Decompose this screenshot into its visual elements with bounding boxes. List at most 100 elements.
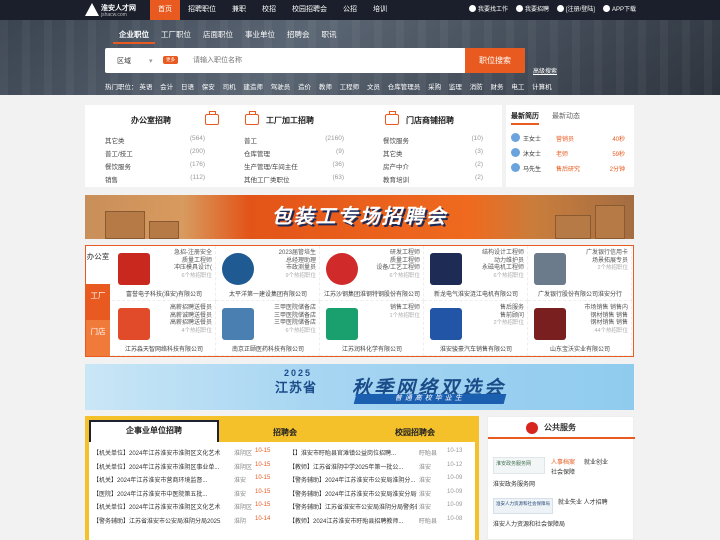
- employment-link[interactable]: 就业创业: [584, 457, 608, 466]
- recruit-link[interactable]: 我要招聘: [515, 0, 549, 20]
- category-row[interactable]: 普工/技工 (200): [105, 148, 205, 158]
- list-item[interactable]: 【教师】江苏省淮阴中学2025年第一批公... 淮安 10-12: [285, 460, 475, 474]
- category-row[interactable]: 其它类 (564): [105, 135, 205, 145]
- gov-service-label[interactable]: 淮安政务服务网: [493, 479, 535, 488]
- tab-public-institution[interactable]: 事业单位: [239, 27, 281, 44]
- autumn-fair-banner[interactable]: 2025 江苏省 秋季网络双选会 普通高校毕业生: [85, 364, 634, 410]
- company-name[interactable]: 太平洋第一建设集团有限公司: [216, 289, 320, 298]
- login-link[interactable]: [注册/登陆]: [556, 0, 595, 20]
- list-item[interactable]: 【】淮安市盱眙县官滩镇公益岗位招聘... 盱眙县 10-13: [285, 446, 475, 460]
- hot-job-link[interactable]: 保安: [202, 84, 215, 91]
- job-link[interactable]: 研发工程师: [356, 250, 420, 258]
- nav-public-recruit[interactable]: 公招: [335, 0, 365, 20]
- tab-latest-news[interactable]: 最新动态: [552, 111, 580, 121]
- hot-job-link[interactable]: 日语: [181, 84, 194, 91]
- hot-job-link[interactable]: 采购: [428, 84, 441, 91]
- company-card[interactable]: 广发银行信用卡 场景拓展专员 2个热招职位 广发银行股份有限公司淮安分行: [528, 246, 632, 301]
- resume-item[interactable]: 马先生 售后研究 2分钟: [511, 162, 629, 174]
- company-card[interactable]: 三甲医院储备店 三甲医院储备店 三甲医院储备店 6个热招职位 南京正颐医药科技有限公司: [216, 301, 320, 356]
- job-link[interactable]: 冲压模具设计(: [148, 265, 212, 273]
- region-more-badge[interactable]: 更多: [163, 56, 178, 64]
- nav-jobs[interactable]: 招聘职位: [180, 0, 224, 20]
- tab-store-jobs[interactable]: 店面职位: [197, 27, 239, 44]
- list-item[interactable]: 【机关单位】2024年江苏淮安市淮阴区文化艺术... 淮阴区 10-15: [89, 446, 279, 460]
- search-input[interactable]: [193, 54, 443, 67]
- hot-job-link[interactable]: 电工: [511, 84, 524, 91]
- job-link[interactable]: 销售工程师: [356, 305, 420, 313]
- nav-parttime[interactable]: 兼职: [224, 0, 254, 20]
- packaging-fair-banner[interactable]: 包装工专场招聘会: [85, 195, 634, 239]
- company-name[interactable]: 江苏淼天智网络科技有限公司: [112, 344, 216, 353]
- category-row[interactable]: 餐饮服务 (10): [383, 135, 483, 145]
- tab-company-jobs[interactable]: 企业职位: [113, 27, 155, 44]
- category-row[interactable]: 生产管理/车间主任 (36): [244, 161, 344, 171]
- job-link[interactable]: 三甲医院储备店: [252, 305, 316, 313]
- company-card[interactable]: 研发工程师 质量工程师 设备/工艺工程师 6个热招职位 江苏沙钢集团淮钢特钢股份有限公司: [320, 246, 424, 301]
- job-link[interactable]: 售后服务: [460, 305, 524, 313]
- gov-service-card[interactable]: 淮安政务服务网: [493, 457, 545, 474]
- job-link[interactable]: 三甲医院储备店: [252, 320, 316, 328]
- resume-item[interactable]: 沐女士 老师 59秒: [511, 147, 629, 159]
- social-security-link[interactable]: 社会保障: [551, 467, 575, 476]
- hot-job-link[interactable]: 驾驶员: [271, 84, 291, 91]
- hot-job-link[interactable]: 会计: [160, 84, 173, 91]
- hot-job-link[interactable]: 计算机: [532, 84, 552, 91]
- list-item[interactable]: 【警务辅助】江苏省淮安市公安局淮阴分局2025... 淮阴 10-14: [89, 514, 279, 528]
- job-link[interactable]: 高薪诚聘送餐员: [148, 313, 212, 321]
- list-item[interactable]: 【警务辅助】2024年江苏淮安市公安局淮安分局警... 淮安 10-09: [285, 487, 475, 501]
- category-title[interactable]: 办公室招聘: [131, 115, 171, 126]
- hot-job-link[interactable]: 司机: [223, 84, 236, 91]
- job-link[interactable]: 质量工程师: [148, 258, 212, 266]
- company-card[interactable]: 市场销售 销售内 钢材销售 销售 钢材销售 销售 44个热招职位 山东宝沃实业有限公司: [528, 301, 632, 356]
- nav-training[interactable]: 培训: [365, 0, 395, 20]
- search-button[interactable]: 职位搜索: [465, 48, 525, 73]
- company-name[interactable]: 江苏润科化学有限公司: [320, 344, 424, 353]
- company-card[interactable]: 销售工程师 1个热招职位 江苏润科化学有限公司: [320, 301, 424, 356]
- job-link[interactable]: 市场销售 销售内: [564, 305, 628, 313]
- company-name[interactable]: 南京正颐医药科技有限公司: [216, 344, 320, 353]
- job-link[interactable]: 结构设计工程师: [460, 250, 524, 258]
- hot-job-link[interactable]: 消防: [470, 84, 483, 91]
- list-item[interactable]: 【机关单位】2024年江苏淮安市淮阴区文化艺术... 淮阴区 10-15: [89, 500, 279, 514]
- list-item[interactable]: 【机关】2024年江苏淮安市营商环境监督... 淮安 10-15: [89, 473, 279, 487]
- job-link[interactable]: 三甲医院储备店: [252, 313, 316, 321]
- find-job-link[interactable]: 我要找工作: [468, 0, 508, 20]
- hot-job-link[interactable]: 工程师: [340, 84, 360, 91]
- category-title[interactable]: 门店商铺招聘: [406, 115, 454, 126]
- tab-job-news[interactable]: 职讯: [316, 27, 343, 44]
- company-name[interactable]: 广发银行股份有限公司淮安分行: [528, 289, 632, 298]
- tab-latest-resumes[interactable]: 最新简历: [511, 111, 539, 125]
- job-link[interactable]: 总经理助理: [252, 258, 316, 266]
- category-row[interactable]: 普工 (2160): [244, 135, 344, 145]
- job-link[interactable]: 广发银行信用卡: [564, 250, 628, 258]
- job-link[interactable]: 动力维护员: [460, 258, 524, 266]
- category-row[interactable]: 销售 (112): [105, 174, 205, 184]
- app-download-link[interactable]: APP下载: [602, 0, 636, 20]
- company-card[interactable]: 售后服务 售前顾问 2个热招职位 淮安骏豪汽车销售有限公司: [424, 301, 528, 356]
- company-name[interactable]: 富誉电子科技(淮安)有限公司: [112, 289, 216, 298]
- hot-job-link[interactable]: 英语: [139, 84, 152, 91]
- list-item[interactable]: 【机关单位】2024年江苏淮安市淮阴区事业单... 淮阴区 10-15: [89, 460, 279, 474]
- nav-campus-fair[interactable]: 校园招聘会: [284, 0, 335, 20]
- company-card[interactable]: 急招-注册安全 质量工程师 冲压模具设计(6个热招职位 富誉电子科技(淮安)有限公司: [112, 246, 216, 301]
- hot-job-link[interactable]: 教师: [319, 84, 332, 91]
- category-row[interactable]: 房产中介 (2): [383, 161, 483, 171]
- hot-job-link[interactable]: 仓库管理员: [388, 84, 421, 91]
- archive-link[interactable]: 人事档案: [551, 457, 575, 466]
- tab-institution-recruit[interactable]: 企事业单位招聘: [89, 420, 219, 442]
- job-link[interactable]: 市政测量员: [252, 265, 316, 273]
- advanced-search-link[interactable]: 高级搜索: [533, 66, 557, 75]
- side-tab-store[interactable]: 门店: [86, 320, 110, 356]
- company-name[interactable]: 新龙电气淮安涟江电机有限公司: [424, 289, 528, 298]
- category-row[interactable]: 教育培训 (2): [383, 174, 483, 184]
- tab-factory-jobs[interactable]: 工厂职位: [155, 27, 197, 44]
- job-link[interactable]: 永磁电机工程师: [460, 265, 524, 273]
- list-item[interactable]: 【警务辅助】江苏省淮安市公安局淮阴分局警务辅... 淮安 10-09: [285, 500, 475, 514]
- nav-campus[interactable]: 校招: [254, 0, 284, 20]
- hr-bureau-label[interactable]: 淮安人力资源和社会保障局: [493, 519, 565, 528]
- resume-item[interactable]: 王女士 营销员 40秒: [511, 132, 629, 144]
- job-link[interactable]: 质量工程师: [356, 258, 420, 266]
- job-link[interactable]: 高薪招聘送餐员: [148, 305, 212, 313]
- side-tab-office[interactable]: 办公室: [86, 246, 110, 284]
- job-link[interactable]: 钢材销售 销售: [564, 313, 628, 321]
